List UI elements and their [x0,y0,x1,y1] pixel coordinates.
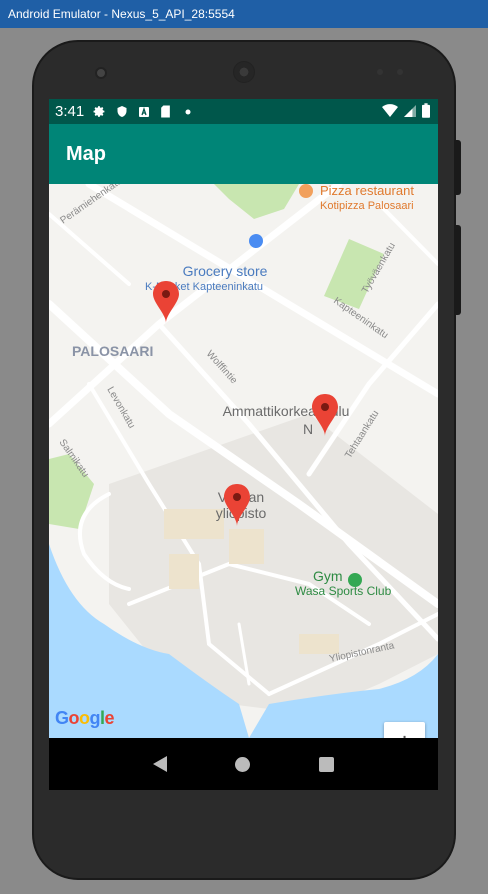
park-area [214,184,299,219]
status-bar: 3:41 [49,99,438,124]
building [229,529,264,564]
power-button [456,140,461,195]
restaurant-poi-icon[interactable] [299,184,313,198]
sd-card-icon [159,105,172,118]
street-label: Levonkatu [104,385,137,430]
earpiece-speaker [233,61,255,83]
park-area [49,454,94,529]
notification-dot-icon [181,105,194,118]
home-nav-icon[interactable] [235,756,251,772]
map-marker[interactable] [153,281,179,323]
google-attribution-logo: Google [55,708,115,728]
status-right-icons [382,103,430,121]
status-time: 3:41 [55,103,85,120]
building [299,634,339,654]
emulator-window-title: Android Emulator - Nexus_5_API_28:5554 [0,0,488,28]
poi-label-pizza: Pizza restaurant [320,184,414,198]
recents-nav-icon[interactable] [318,756,334,772]
device-screen: 3:41 Map Pizza restaurant Kotipizza Palo… [49,99,438,790]
map-canvas: Pizza restaurant Kotipizza Palosaari Gro… [49,184,438,738]
navigation-bar [49,738,438,790]
district-label: PALOSAARI [72,343,153,359]
sensor-dot [397,69,403,75]
poi-label-gym: Gym [313,568,343,584]
poi-label-grocery: Grocery store [183,263,268,279]
app-bar-title: Map [49,124,438,184]
shopping-cart-poi-icon[interactable] [249,234,263,248]
map-view[interactable]: Pizza restaurant Kotipizza Palosaari Gro… [49,184,438,738]
zoom-in-button[interactable]: + [384,722,425,739]
font-a-icon [137,105,150,118]
shield-icon [115,105,128,118]
settings-icon [93,105,106,118]
back-nav-icon[interactable] [153,756,168,772]
wifi-icon [382,103,398,121]
poi-sublabel-pizza: Kotipizza Palosaari [320,200,414,212]
street-label: Perämiehenkatu [58,184,124,226]
volume-button [456,225,461,315]
building [169,554,199,589]
cell-signal-icon [404,104,416,121]
front-camera [95,67,107,79]
zoom-controls: + − [384,722,425,738]
road [49,212,131,286]
battery-icon [422,103,430,121]
sensor-dot [377,69,383,75]
poi-sublabel-gym: Wasa Sports Club [295,584,392,598]
poi-label-amk-2: N [303,421,313,437]
